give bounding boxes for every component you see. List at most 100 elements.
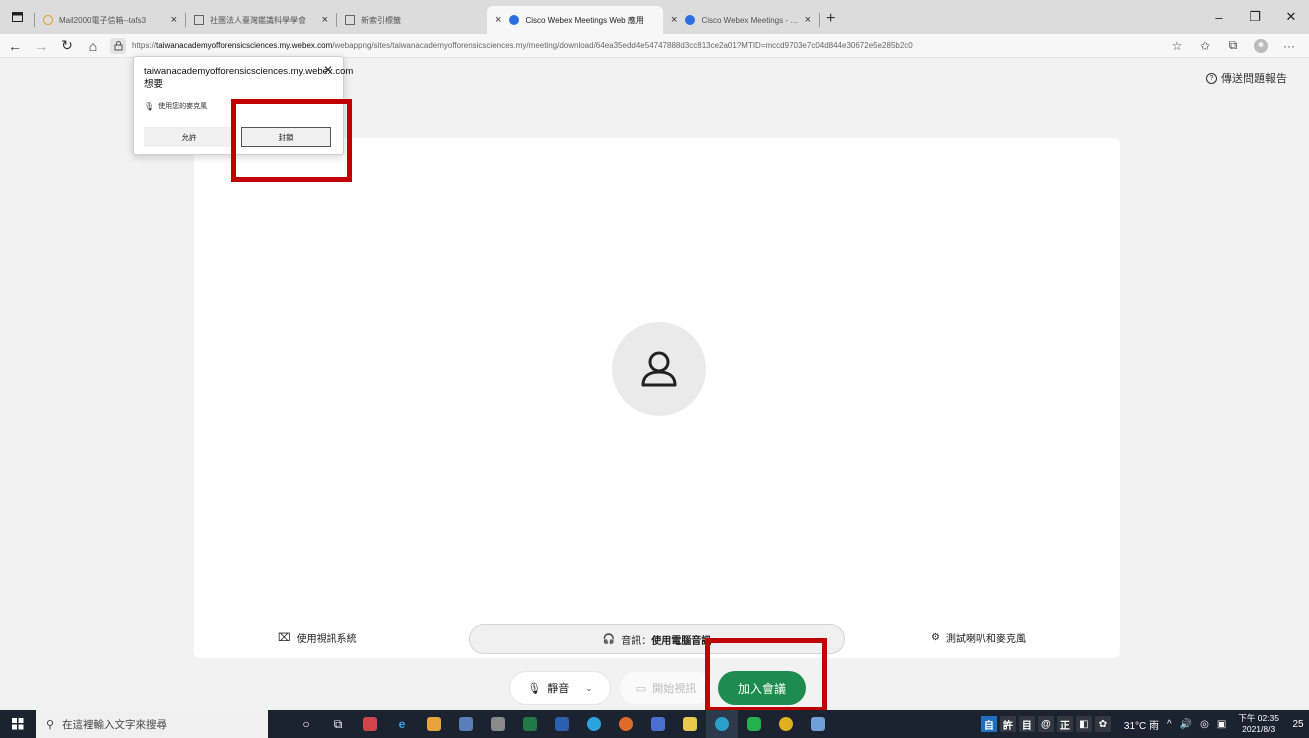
internet-explorer-icon[interactable]: e: [386, 710, 418, 738]
notification-center-icon[interactable]: 25: [1287, 715, 1309, 733]
help-icon: ?: [1206, 72, 1217, 84]
tab-close-icon[interactable]: ×: [322, 14, 328, 26]
webex-favicon-icon: [685, 15, 696, 25]
search-icon: ⚲: [46, 718, 55, 731]
favorites-icon[interactable]: ✩: [1191, 35, 1219, 57]
edge-icon[interactable]: [706, 710, 738, 738]
tab-close-icon[interactable]: ×: [671, 14, 677, 26]
new-tab-button[interactable]: +: [826, 10, 835, 28]
app-icon[interactable]: [802, 710, 834, 738]
user-avatar-icon: [612, 322, 706, 416]
app-icon[interactable]: [418, 710, 450, 738]
home-icon[interactable]: ⌂: [82, 35, 104, 57]
headset-icon: 🎧: [602, 633, 616, 645]
forward-arrow-icon[interactable]: →: [30, 35, 52, 57]
use-video-system-button[interactable]: ⌧ 使用視訊系統: [278, 630, 357, 645]
back-arrow-icon[interactable]: ←: [4, 35, 26, 57]
mail-favicon-icon: [43, 15, 53, 25]
word-icon[interactable]: [546, 710, 578, 738]
ime-button[interactable]: 目: [1018, 716, 1035, 732]
app-icon[interactable]: [642, 710, 674, 738]
highlight-block-button: [231, 99, 352, 182]
newtab-favicon-icon: [345, 15, 355, 25]
close-window-button[interactable]: ✕: [1273, 0, 1309, 34]
mute-button[interactable]: 🎙 靜音 ⌄: [510, 672, 610, 704]
tab-actions-icon[interactable]: [0, 0, 34, 34]
ime-button[interactable]: 正: [1056, 716, 1073, 732]
cortana-icon[interactable]: ○: [290, 710, 322, 738]
line-icon[interactable]: [738, 710, 770, 738]
taskbar-apps: ○ ⧉ e: [290, 710, 834, 738]
page-favicon-icon: [194, 15, 204, 25]
tab-mail[interactable]: Mail2000電子信箱--tafs3 ×: [35, 6, 185, 34]
window-controls: – ❐ ✕: [1201, 0, 1309, 34]
app-icon[interactable]: [354, 710, 386, 738]
permission-request: 🎙 使用您的麥克風: [144, 101, 208, 111]
taskbar-search-input[interactable]: ⚲ 在這裡輸入文字來搜尋: [36, 710, 268, 738]
app-icon[interactable]: [610, 710, 642, 738]
video-preview-panel: ⌧ 使用視訊系統 🎧 音訊： 使用電腦音訊 ⚙ 測試喇叭和麥克風: [194, 138, 1120, 658]
tab-webex-meeting[interactable]: × Cisco Webex Meetings - Meeting ×: [663, 6, 819, 34]
microphone-icon: 🎙: [527, 682, 542, 695]
windows-start-icon[interactable]: [0, 710, 36, 738]
settings-more-icon[interactable]: ···: [1275, 35, 1303, 57]
tab-close-icon[interactable]: ×: [171, 14, 177, 26]
ime-mode-button[interactable]: 自: [980, 716, 997, 732]
telegram-icon[interactable]: [578, 710, 610, 738]
cast-icon: ⌧: [278, 632, 291, 644]
webex-preview-page: ? 傳送問題報告 ⌧ 使用視訊系統 🎧 音訊： 使用電腦音訊 ⚙ 測試喇叭和麥克…: [0, 58, 1309, 710]
tab-new[interactable]: 新索引標籤: [337, 6, 487, 34]
minimize-button[interactable]: –: [1201, 0, 1237, 34]
send-feedback-link[interactable]: ? 傳送問題報告: [1206, 70, 1287, 86]
clock[interactable]: 下午 02:35 2021/8/3: [1238, 713, 1279, 735]
ime-button[interactable]: ◧: [1075, 716, 1092, 732]
tab-close-icon[interactable]: ×: [495, 14, 501, 26]
toolbar-actions: ☆ ✩ ⧉ ···: [1163, 35, 1303, 57]
test-speaker-mic-button[interactable]: ⚙ 測試喇叭和麥克風: [931, 630, 1026, 645]
ime-button[interactable]: @: [1037, 716, 1054, 732]
profile-avatar-icon[interactable]: [1247, 35, 1275, 57]
keyboard-icon[interactable]: ▣: [1217, 719, 1226, 730]
highlight-join-button: [705, 638, 827, 712]
permission-host: taiwanacademyofforensicsciences.my.webex…: [144, 66, 354, 90]
maximize-button[interactable]: ❐: [1237, 0, 1273, 34]
add-favorite-icon[interactable]: ☆: [1163, 35, 1191, 57]
allow-button[interactable]: 允許: [144, 127, 234, 147]
browser-tab-strip: Mail2000電子信箱--tafs3 × 社團法人臺灣鑑識科學學會 × 新索引…: [0, 0, 1309, 34]
url-host: taiwanacademyofforensicsciences.my.webex…: [156, 41, 333, 50]
tab-society[interactable]: 社團法人臺灣鑑識科學學會 ×: [186, 6, 336, 34]
lock-icon[interactable]: [110, 37, 126, 54]
start-video-button[interactable]: ▭ 開始視訊: [620, 672, 712, 704]
chevron-down-icon[interactable]: ⌄: [585, 683, 593, 694]
preview-controls: ⌧ 使用視訊系統 🎧 音訊： 使用電腦音訊 ⚙ 測試喇叭和麥克風: [194, 624, 1120, 656]
windows-taskbar: ⚲ 在這裡輸入文字來搜尋 ○ ⧉ e 自 許 目 @ 正 ◧ ✿ 31°C 雨 …: [0, 710, 1309, 738]
url-scheme: https://: [132, 41, 157, 50]
app-icon[interactable]: [450, 710, 482, 738]
volume-icon[interactable]: 🔊: [1180, 719, 1192, 730]
excel-icon[interactable]: [514, 710, 546, 738]
ime-toolbar: 自 許 目 @ 正 ◧ ✿: [980, 716, 1114, 732]
ime-button[interactable]: 許: [999, 716, 1016, 732]
webex-favicon-icon: [509, 15, 520, 25]
gear-icon: ⚙: [931, 632, 940, 643]
tab-webex-web-app[interactable]: × Cisco Webex Meetings Web 應用: [487, 6, 663, 34]
refresh-icon[interactable]: ↻: [56, 35, 78, 57]
join-controls: 🎙 靜音 ⌄ ▭ 開始視訊 加入會議: [0, 668, 1309, 708]
microphone-icon: 🎙: [144, 101, 155, 111]
weather-widget[interactable]: 31°C 雨: [1124, 717, 1159, 732]
app-icon[interactable]: [482, 710, 514, 738]
file-explorer-icon[interactable]: [674, 710, 706, 738]
task-view-icon[interactable]: ⧉: [322, 710, 354, 738]
address-bar[interactable]: https:// taiwanacademyofforensicsciences…: [110, 36, 1163, 56]
close-icon[interactable]: ✕: [323, 63, 333, 77]
chrome-icon[interactable]: [770, 710, 802, 738]
browser-toolbar: ← → ↻ ⌂ https:// taiwanacademyofforensic…: [0, 34, 1309, 58]
collections-icon[interactable]: ⧉: [1219, 35, 1247, 57]
system-tray: 自 許 目 @ 正 ◧ ✿ 31°C 雨 ^ 🔊 ◎ ▣ 下午 02:35 20…: [980, 710, 1309, 738]
network-icon[interactable]: ◎: [1200, 719, 1209, 730]
tab-close-icon[interactable]: ×: [805, 14, 811, 26]
video-off-icon: ▭: [635, 682, 647, 695]
ime-button[interactable]: ✿: [1094, 716, 1111, 732]
url-path: /webappng/sites/taiwanacademyofforensics…: [332, 41, 913, 50]
chevron-up-icon[interactable]: ^: [1167, 719, 1172, 730]
